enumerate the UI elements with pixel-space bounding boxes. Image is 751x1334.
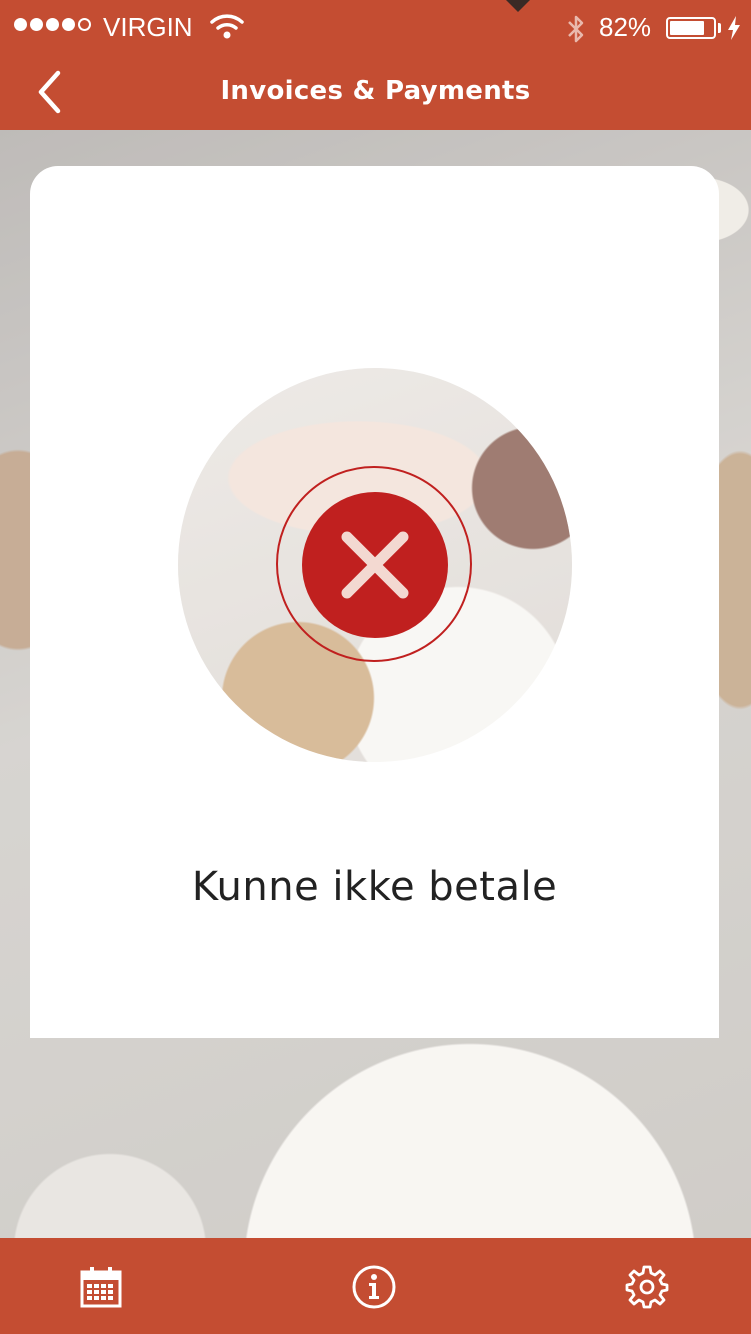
battery-percent: 82% (599, 12, 652, 42)
page-title: Invoices & Payments (220, 76, 531, 106)
tab-info[interactable] (349, 1262, 399, 1312)
calendar-icon (80, 1267, 122, 1308)
error-x-icon (302, 492, 448, 638)
wifi-icon (210, 12, 244, 44)
payment-result-card: Kunne ikke betale (30, 166, 719, 1038)
carrier-name: VIRGIN (103, 12, 193, 42)
info-icon (352, 1265, 396, 1309)
receipt-torn-edge (30, 1020, 719, 1038)
tab-bar (0, 1238, 751, 1334)
status-bar: VIRGIN 82% (0, 0, 751, 56)
bluetooth-icon (565, 14, 587, 48)
charging-icon (727, 16, 741, 44)
navigation-bar: Invoices & Payments (0, 56, 751, 130)
payment-failed-message: Kunne ikke betale (191, 864, 558, 910)
signal-strength-icon (14, 18, 91, 31)
gear-icon (625, 1265, 669, 1309)
tab-settings[interactable] (622, 1262, 672, 1312)
battery-icon (666, 17, 716, 39)
tab-calendar[interactable] (76, 1262, 126, 1312)
